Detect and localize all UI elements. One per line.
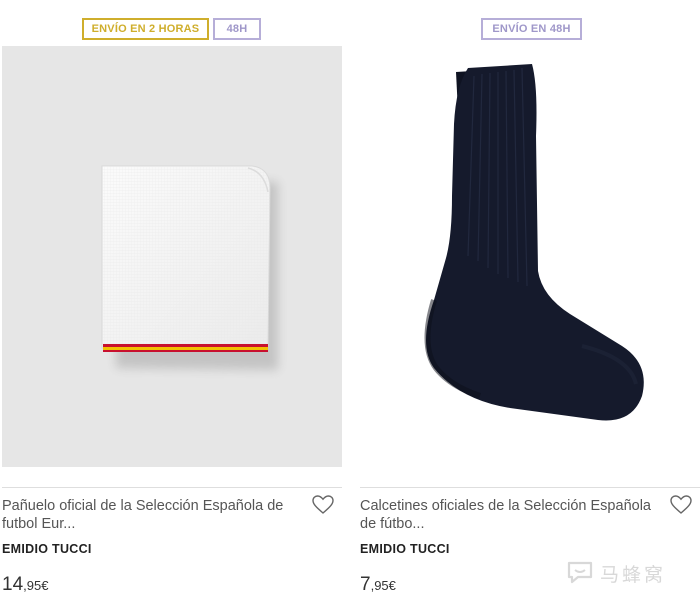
product-image[interactable]	[2, 46, 342, 467]
handkerchief-image	[101, 165, 278, 370]
watermark-text: 马蜂窝	[600, 564, 667, 586]
product-title[interactable]: Calcetines oficiales de la Selección Esp…	[360, 497, 660, 533]
price-integer: 14	[2, 574, 24, 595]
badge-row: ENVÍO EN 2 HORAS 48H	[2, 18, 342, 44]
price-currency: €	[41, 578, 49, 593]
price-decimal: ,95	[23, 578, 42, 593]
product-card-handkerchief[interactable]: ENVÍO EN 2 HORAS 48H Pañuelo oficial de …	[2, 0, 342, 604]
sock-image	[424, 64, 644, 421]
product-price: 14,95€	[2, 574, 48, 596]
shipping-2h-badge: ENVÍO EN 2 HORAS	[82, 18, 209, 40]
wishlist-heart-icon[interactable]	[670, 495, 694, 517]
product-price: 7,95€	[360, 574, 396, 596]
price-integer: 7	[360, 574, 371, 595]
shipping-48h-badge: ENVÍO EN 48H	[481, 18, 582, 40]
badge-row: ENVÍO EN 48H	[360, 18, 700, 44]
product-title[interactable]: Pañuelo oficial de la Selección Española…	[2, 497, 302, 533]
card-divider	[2, 487, 342, 488]
product-image[interactable]	[360, 46, 700, 467]
card-divider	[360, 487, 700, 488]
product-brand[interactable]: EMIDIO TUCCI	[2, 542, 92, 556]
delivery-48h-badge: 48H	[213, 18, 261, 40]
wishlist-heart-icon[interactable]	[312, 495, 336, 517]
product-card-socks[interactable]: ENVÍO EN 48H Calcetines oficiales de la …	[360, 0, 700, 604]
price-decimal: ,95	[370, 578, 389, 593]
price-currency: €	[388, 578, 396, 593]
product-brand[interactable]: EMIDIO TUCCI	[360, 542, 450, 556]
watermark: 马蜂窝	[566, 558, 696, 588]
chat-bubble-icon	[567, 561, 593, 584]
